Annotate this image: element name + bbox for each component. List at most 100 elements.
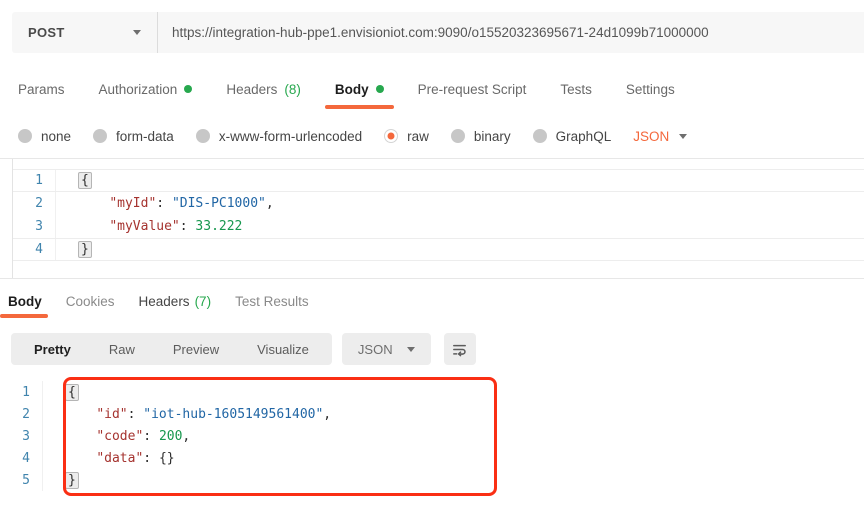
tab-settings[interactable]: Settings (626, 69, 675, 109)
tab-body[interactable]: Body (335, 69, 384, 109)
view-mode-switcher: Pretty Raw Preview Visualize (11, 333, 332, 365)
radio-icon (196, 129, 210, 143)
code-line[interactable]: 4 } (13, 238, 864, 261)
chevron-down-icon (679, 134, 687, 139)
line-number: 3 (13, 219, 55, 234)
tab-label: Tests (560, 82, 592, 97)
code-text: } (42, 469, 864, 491)
chevron-down-icon (407, 347, 415, 352)
code-text: "id": "iot-hub-1605149561400", (42, 403, 864, 425)
view-mode-visualize[interactable]: Visualize (238, 333, 328, 365)
tab-authorization[interactable]: Authorization (99, 69, 193, 109)
bodytype-label: binary (474, 129, 511, 144)
code-text: "data": {} (42, 447, 864, 469)
tab-label: Authorization (99, 82, 178, 97)
view-mode-raw[interactable]: Raw (90, 333, 154, 365)
line-number: 1 (13, 173, 55, 188)
code-line: 3 "code": 200, (0, 425, 864, 447)
tab-label: Cookies (66, 294, 115, 309)
matched-bracket: } (78, 241, 92, 258)
line-number: 5 (0, 473, 42, 488)
bodytype-none[interactable]: none (18, 129, 71, 144)
tab-count: (7) (195, 294, 212, 309)
bodytype-form-data[interactable]: form-data (93, 129, 174, 144)
line-number: 4 (0, 451, 42, 466)
bodytype-label: none (41, 129, 71, 144)
response-tab-body[interactable]: Body (8, 285, 42, 318)
response-section: Body Cookies Headers (7) Test Results Pr… (0, 285, 864, 491)
request-tabs: Params Authorization Headers (8) Body Pr… (0, 69, 864, 109)
matched-bracket: } (65, 472, 79, 489)
method-label: POST (28, 25, 65, 40)
green-dot-icon (184, 85, 192, 93)
tab-label: Body (8, 294, 42, 309)
request-response-divider (0, 278, 864, 279)
postman-request-view: POST https://integration-hub-ppe1.envisi… (0, 12, 864, 491)
tab-label: Headers (226, 82, 277, 97)
response-toolbar: Pretty Raw Preview Visualize JSON (0, 333, 864, 365)
matched-bracket: { (78, 172, 92, 189)
code-line[interactable]: 1 { (13, 169, 864, 192)
code-text: { (55, 170, 864, 191)
bodytype-label: x-www-form-urlencoded (219, 129, 362, 144)
response-body-viewer: 1 { 2 "id": "iot-hub-1605149561400", 3 "… (0, 377, 864, 491)
code-line[interactable]: 3 "myValue": 33.222 (13, 215, 864, 238)
bodytype-x-www-form-urlencoded[interactable]: x-www-form-urlencoded (196, 129, 362, 144)
matched-bracket: { (65, 384, 79, 401)
bodytype-binary[interactable]: binary (451, 129, 511, 144)
bodytype-label: form-data (116, 129, 174, 144)
tab-pre-request-script[interactable]: Pre-request Script (418, 69, 527, 109)
response-tabs: Body Cookies Headers (7) Test Results (0, 285, 864, 318)
wrap-lines-icon (451, 341, 468, 358)
response-tab-cookies[interactable]: Cookies (66, 285, 115, 318)
tab-label: Settings (626, 82, 675, 97)
view-mode-pretty[interactable]: Pretty (15, 333, 90, 365)
language-label: JSON (633, 129, 669, 144)
bodytype-label: GraphQL (556, 129, 612, 144)
language-dropdown[interactable]: JSON (633, 129, 687, 144)
radio-icon (93, 129, 107, 143)
method-dropdown[interactable]: POST (12, 12, 157, 53)
active-tab-underline (325, 105, 394, 109)
tab-tests[interactable]: Tests (560, 69, 592, 109)
code-line: 2 "id": "iot-hub-1605149561400", (0, 403, 864, 425)
request-url-bar: POST https://integration-hub-ppe1.envisi… (12, 12, 864, 53)
tab-label: Body (335, 82, 369, 97)
tab-label: Test Results (235, 294, 309, 309)
line-number: 4 (13, 242, 55, 257)
response-tab-test-results[interactable]: Test Results (235, 285, 309, 318)
tab-label: Headers (139, 294, 190, 309)
request-body-editor[interactable]: 1 { 2 "myId": "DIS-PC1000", 3 "myValue":… (12, 159, 864, 278)
line-number: 3 (0, 429, 42, 444)
active-tab-underline (0, 314, 48, 318)
format-label: JSON (358, 342, 393, 357)
url-input[interactable]: https://integration-hub-ppe1.envisioniot… (158, 12, 864, 53)
code-line: 4 "data": {} (0, 447, 864, 469)
tab-headers[interactable]: Headers (8) (226, 69, 301, 109)
code-line: 5 } (0, 469, 864, 491)
code-text: "myValue": 33.222 (55, 215, 864, 238)
code-text: "code": 200, (42, 425, 864, 447)
green-dot-icon (376, 85, 384, 93)
line-number: 2 (0, 407, 42, 422)
code-text: { (42, 381, 864, 403)
body-type-selector: none form-data x-www-form-urlencoded raw… (0, 117, 864, 155)
wrap-lines-button[interactable] (444, 333, 476, 365)
radio-selected-icon (384, 129, 398, 143)
view-mode-preview[interactable]: Preview (154, 333, 238, 365)
radio-icon (533, 129, 547, 143)
code-line[interactable]: 2 "myId": "DIS-PC1000", (13, 192, 864, 215)
response-tab-headers[interactable]: Headers (7) (139, 285, 212, 318)
code-text: } (55, 239, 864, 260)
bodytype-graphql[interactable]: GraphQL (533, 129, 612, 144)
code-text: "myId": "DIS-PC1000", (55, 192, 864, 215)
radio-icon (451, 129, 465, 143)
tab-label: Pre-request Script (418, 82, 527, 97)
response-format-dropdown[interactable]: JSON (342, 333, 431, 365)
bodytype-raw[interactable]: raw (384, 129, 429, 144)
line-number: 2 (13, 196, 55, 211)
tab-label: Params (18, 82, 65, 97)
tab-count: (8) (284, 82, 301, 97)
chevron-down-icon (133, 30, 141, 35)
tab-params[interactable]: Params (18, 69, 65, 109)
